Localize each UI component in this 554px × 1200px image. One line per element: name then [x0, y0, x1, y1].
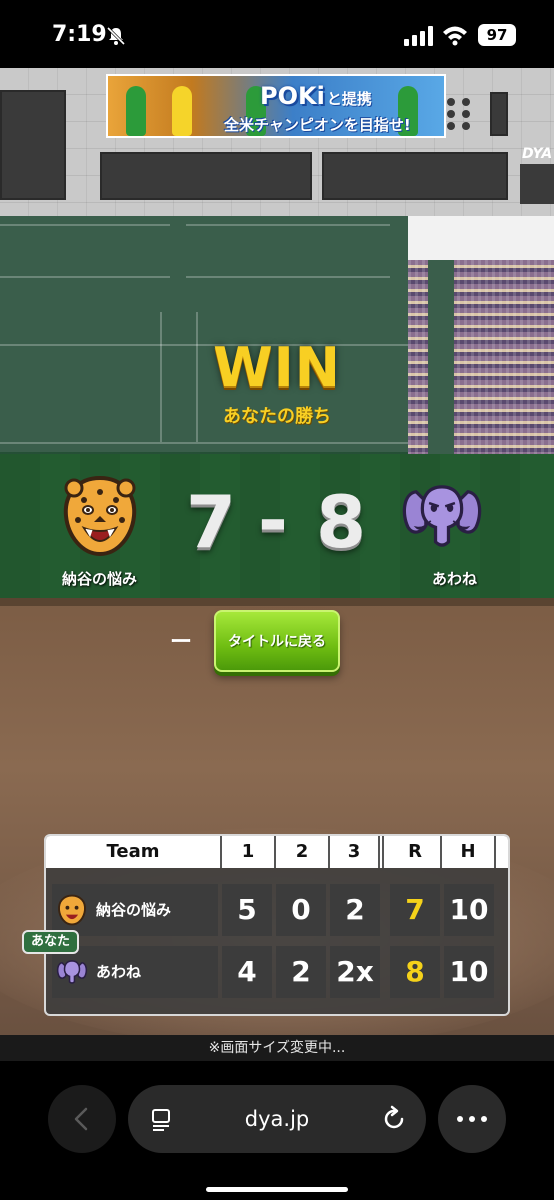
game-canvas[interactable]: DYA POKi と提携 全米チャンピオンを目指せ! WIN あなたの勝ち 納谷…: [0, 68, 554, 1035]
table-row: あわね 4 2 2x 8 10: [46, 946, 508, 998]
inning-scoreboard: Team 1 2 3 R H 納谷の悩み 5 0 2 7 10 あわね 4 2 …: [44, 834, 510, 1016]
warning-track: [0, 598, 554, 606]
browser-toolbar: dya.jp: [0, 1061, 554, 1200]
poki-brand: POKi と提携: [260, 82, 372, 110]
home-score: 7: [186, 480, 237, 564]
poki-ad-banner[interactable]: POKi と提携 全米チャンピオンを目指せ!: [106, 74, 446, 138]
header-runs: R: [390, 836, 442, 868]
you-badge: あなた: [22, 930, 80, 954]
status-bar: 7:19 97: [0, 0, 554, 68]
cellular-signal-icon: [404, 26, 433, 46]
header-inning-1: 1: [222, 836, 276, 868]
dash-mark: ー: [170, 630, 193, 655]
stadium-panel: [100, 152, 312, 200]
poki-logo: POKi: [260, 82, 325, 110]
more-options-button[interactable]: [438, 1085, 506, 1153]
scoreboard-team-cell: 納谷の悩み: [52, 884, 218, 936]
ellipsis-icon: [457, 1116, 487, 1122]
stadium-panel: [0, 90, 66, 200]
stadium-panel: [490, 92, 508, 136]
runs-total: 7: [390, 884, 440, 936]
header-inning-2: 2: [276, 836, 330, 868]
stadium-panel: [322, 152, 508, 200]
scoreboard-team-name: 納谷の悩み: [96, 901, 172, 919]
leopard-icon: [58, 894, 86, 926]
inning-score: 2: [330, 884, 380, 936]
bell-muted-icon: [106, 26, 126, 46]
header-hits: H: [442, 836, 496, 868]
elephant-icon: [402, 485, 482, 547]
elephant-icon: [56, 960, 88, 984]
poki-partner-label: と提携: [326, 90, 372, 108]
chevron-left-icon: [74, 1107, 88, 1131]
back-button[interactable]: [48, 1085, 116, 1153]
status-time: 7:19: [52, 22, 107, 47]
battery-indicator: 97: [478, 24, 516, 46]
runs-total: 8: [390, 946, 440, 998]
inning-score: 0: [276, 884, 326, 936]
reload-icon[interactable]: [380, 1105, 408, 1133]
hits-total: 10: [444, 946, 494, 998]
away-score: 8: [316, 480, 367, 564]
banner-subtitle: 全米チャンピオンを目指せ!: [224, 116, 411, 134]
inning-score: 2: [276, 946, 326, 998]
hits-total: 10: [444, 884, 494, 936]
away-team-name: あわね: [432, 570, 478, 588]
wifi-icon: [443, 26, 467, 46]
result-subtitle: あなたの勝ち: [223, 406, 331, 427]
home-indicator[interactable]: [206, 1187, 348, 1192]
scoreboard-team-name: あわね: [96, 963, 142, 981]
banner-player: [126, 86, 146, 136]
leopard-icon: [63, 475, 137, 557]
header-inning-3: 3: [330, 836, 384, 868]
resize-notice: ※画面サイズ変更中...: [0, 1035, 554, 1061]
stadium-panel: [520, 164, 554, 204]
back-to-title-button[interactable]: タイトルに戻る: [214, 610, 340, 672]
address-bar[interactable]: dya.jp: [128, 1085, 426, 1153]
scoreboard-header: Team 1 2 3 R H: [46, 836, 508, 868]
sky: [408, 216, 554, 262]
inning-score: 4: [222, 946, 272, 998]
scoreboard-team-cell: あわね: [52, 946, 218, 998]
result-headline: WIN: [213, 336, 341, 399]
header-team: Team: [46, 836, 222, 868]
stadium-sign: DYA: [522, 146, 553, 162]
home-team-name: 納谷の悩み: [62, 570, 138, 588]
score-separator: -: [258, 478, 288, 562]
inning-score: 5: [222, 884, 272, 936]
inning-score: 2x: [330, 946, 380, 998]
stadium-lights: [447, 98, 470, 130]
banner-player: [172, 86, 192, 136]
table-row: 納谷の悩み 5 0 2 7 10: [46, 884, 508, 936]
